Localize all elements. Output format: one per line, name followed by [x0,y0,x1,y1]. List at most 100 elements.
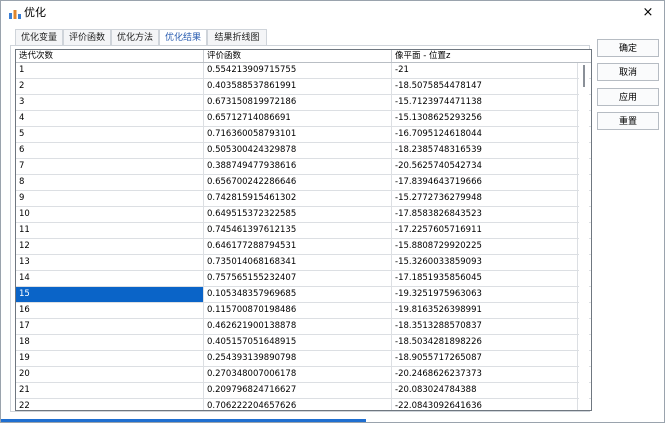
table-row[interactable]: 3 0.673150819972186 -15.7123974471138 [16,95,591,111]
cell-image-plane-z[interactable]: -17.8394643719666 [392,175,578,190]
cell-merit-function[interactable]: 0.646177288794531 [204,239,392,254]
cell-image-plane-z[interactable]: -18.5034281898226 [392,335,578,350]
cell-iteration[interactable]: 3 [16,95,204,110]
cell-iteration[interactable]: 12 [16,239,204,254]
cell-merit-function[interactable]: 0.673150819972186 [204,95,392,110]
cell-image-plane-z[interactable]: -20.2468626237373 [392,367,578,382]
table-row[interactable]: 15 0.105348357969685 -19.3251975963063 [16,287,591,303]
cell-image-plane-z[interactable]: -17.1851935856045 [392,271,578,286]
cell-iteration[interactable]: 18 [16,335,204,350]
cell-iteration[interactable]: 4 [16,111,204,126]
cell-image-plane-z[interactable]: -18.2385748316539 [392,143,578,158]
table-row[interactable]: 1 0.554213909715755 -21 [16,63,591,79]
cell-merit-function[interactable]: 0.403588537861991 [204,79,392,94]
cancel-button[interactable]: 取消 [597,63,659,81]
cell-iteration[interactable]: 13 [16,255,204,270]
table-row[interactable]: 6 0.505300424329878 -18.2385748316539 [16,143,591,159]
reset-button[interactable]: 重置 [597,112,659,130]
table-row[interactable]: 13 0.735014068168341 -15.3260033859093 [16,255,591,271]
cell-iteration[interactable]: 5 [16,127,204,142]
tab-optimization-method[interactable]: 优化方法 [111,29,159,45]
table-row[interactable]: 10 0.649515372322585 -17.8583826843523 [16,207,591,223]
apply-button[interactable]: 应用 [597,88,659,106]
cell-iteration[interactable]: 14 [16,271,204,286]
table-row[interactable]: 2 0.403588537861991 -18.5075854478147 [16,79,591,95]
table-row[interactable]: 4 0.65712714086691 -15.1308625293256 [16,111,591,127]
cell-merit-function[interactable]: 0.462621900138878 [204,319,392,334]
table-row[interactable]: 22 0.706222204657626 -22.0843092641636 [16,399,591,410]
ok-button[interactable]: 确定 [597,39,659,57]
cell-merit-function[interactable]: 0.115700870198486 [204,303,392,318]
cell-iteration[interactable]: 21 [16,383,204,398]
table-row[interactable]: 12 0.646177288794531 -15.8808729920225 [16,239,591,255]
table-row[interactable]: 18 0.405157051648915 -18.5034281898226 [16,335,591,351]
table-row[interactable]: 9 0.742815915461302 -15.2772736279948 [16,191,591,207]
tab-results-line-chart[interactable]: 结果折线图 [207,29,267,45]
cell-image-plane-z[interactable]: -20.083024784388 [392,383,578,398]
table-row[interactable]: 17 0.462621900138878 -18.3513288570837 [16,319,591,335]
vertical-scrollbar[interactable] [579,63,589,409]
cell-merit-function[interactable]: 0.209796824716627 [204,383,392,398]
cell-image-plane-z[interactable]: -18.9055717265087 [392,351,578,366]
cell-iteration[interactable]: 19 [16,351,204,366]
cell-merit-function[interactable]: 0.745461397612135 [204,223,392,238]
cell-merit-function[interactable]: 0.505300424329878 [204,143,392,158]
cell-image-plane-z[interactable]: -15.8808729920225 [392,239,578,254]
table-row[interactable]: 5 0.716360058793101 -16.7095124618044 [16,127,591,143]
cell-iteration[interactable]: 10 [16,207,204,222]
table-row[interactable]: 11 0.745461397612135 -17.2257605716911 [16,223,591,239]
cell-image-plane-z[interactable]: -22.0843092641636 [392,399,578,410]
cell-image-plane-z[interactable]: -15.2772736279948 [392,191,578,206]
tab-optimization-variables[interactable]: 优化变量 [15,29,63,45]
cell-merit-function[interactable]: 0.554213909715755 [204,63,392,78]
cell-merit-function[interactable]: 0.706222204657626 [204,399,392,410]
cell-merit-function[interactable]: 0.254393139890798 [204,351,392,366]
cell-merit-function[interactable]: 0.742815915461302 [204,191,392,206]
column-header-iteration[interactable]: 迭代次数 [16,50,204,62]
close-button[interactable]: × [638,4,658,22]
cell-iteration[interactable]: 1 [16,63,204,78]
table-row[interactable]: 7 0.388749477938616 -20.5625740542734 [16,159,591,175]
cell-image-plane-z[interactable]: -15.1308625293256 [392,111,578,126]
cell-iteration[interactable]: 20 [16,367,204,382]
cell-iteration[interactable]: 2 [16,79,204,94]
cell-merit-function[interactable]: 0.757565155232407 [204,271,392,286]
tab-optimization-results[interactable]: 优化结果 [159,29,207,46]
cell-image-plane-z[interactable]: -18.3513288570837 [392,319,578,334]
cell-merit-function[interactable]: 0.735014068168341 [204,255,392,270]
cell-iteration[interactable]: 7 [16,159,204,174]
table-row[interactable]: 21 0.209796824716627 -20.083024784388 [16,383,591,399]
cell-merit-function[interactable]: 0.649515372322585 [204,207,392,222]
cell-merit-function[interactable]: 0.388749477938616 [204,159,392,174]
table-row[interactable]: 16 0.115700870198486 -19.8163526398991 [16,303,591,319]
tab-merit-function[interactable]: 评价函数 [63,29,111,45]
cell-image-plane-z[interactable]: -17.2257605716911 [392,223,578,238]
cell-merit-function[interactable]: 0.716360058793101 [204,127,392,142]
table-row[interactable]: 19 0.254393139890798 -18.9055717265087 [16,351,591,367]
cell-merit-function[interactable]: 0.656700242286646 [204,175,392,190]
cell-iteration[interactable]: 16 [16,303,204,318]
cell-iteration[interactable]: 9 [16,191,204,206]
cell-image-plane-z[interactable]: -16.7095124618044 [392,127,578,142]
cell-image-plane-z[interactable]: -21 [392,63,578,78]
cell-iteration[interactable]: 15 [16,287,204,302]
table-row[interactable]: 14 0.757565155232407 -17.1851935856045 [16,271,591,287]
cell-merit-function[interactable]: 0.65712714086691 [204,111,392,126]
column-header-merit-function[interactable]: 评价函数 [204,50,392,62]
cell-image-plane-z[interactable]: -15.3260033859093 [392,255,578,270]
cell-image-plane-z[interactable]: -17.8583826843523 [392,207,578,222]
results-table[interactable]: 迭代次数 评价函数 像平面 - 位置z 1 0.554213909715755 -2… [15,49,592,411]
cell-merit-function[interactable]: 0.270348007006178 [204,367,392,382]
column-header-image-plane-z[interactable]: 像平面 - 位置z [392,50,578,62]
cell-image-plane-z[interactable]: -19.8163526398991 [392,303,578,318]
cell-image-plane-z[interactable]: -20.5625740542734 [392,159,578,174]
table-row[interactable]: 20 0.270348007006178 -20.2468626237373 [16,367,591,383]
cell-iteration[interactable]: 8 [16,175,204,190]
cell-image-plane-z[interactable]: -19.3251975963063 [392,287,578,302]
cell-merit-function[interactable]: 0.105348357969685 [204,287,392,302]
scrollbar-thumb[interactable] [583,65,585,87]
cell-merit-function[interactable]: 0.405157051648915 [204,335,392,350]
cell-iteration[interactable]: 6 [16,143,204,158]
cell-iteration[interactable]: 17 [16,319,204,334]
cell-image-plane-z[interactable]: -18.5075854478147 [392,79,578,94]
